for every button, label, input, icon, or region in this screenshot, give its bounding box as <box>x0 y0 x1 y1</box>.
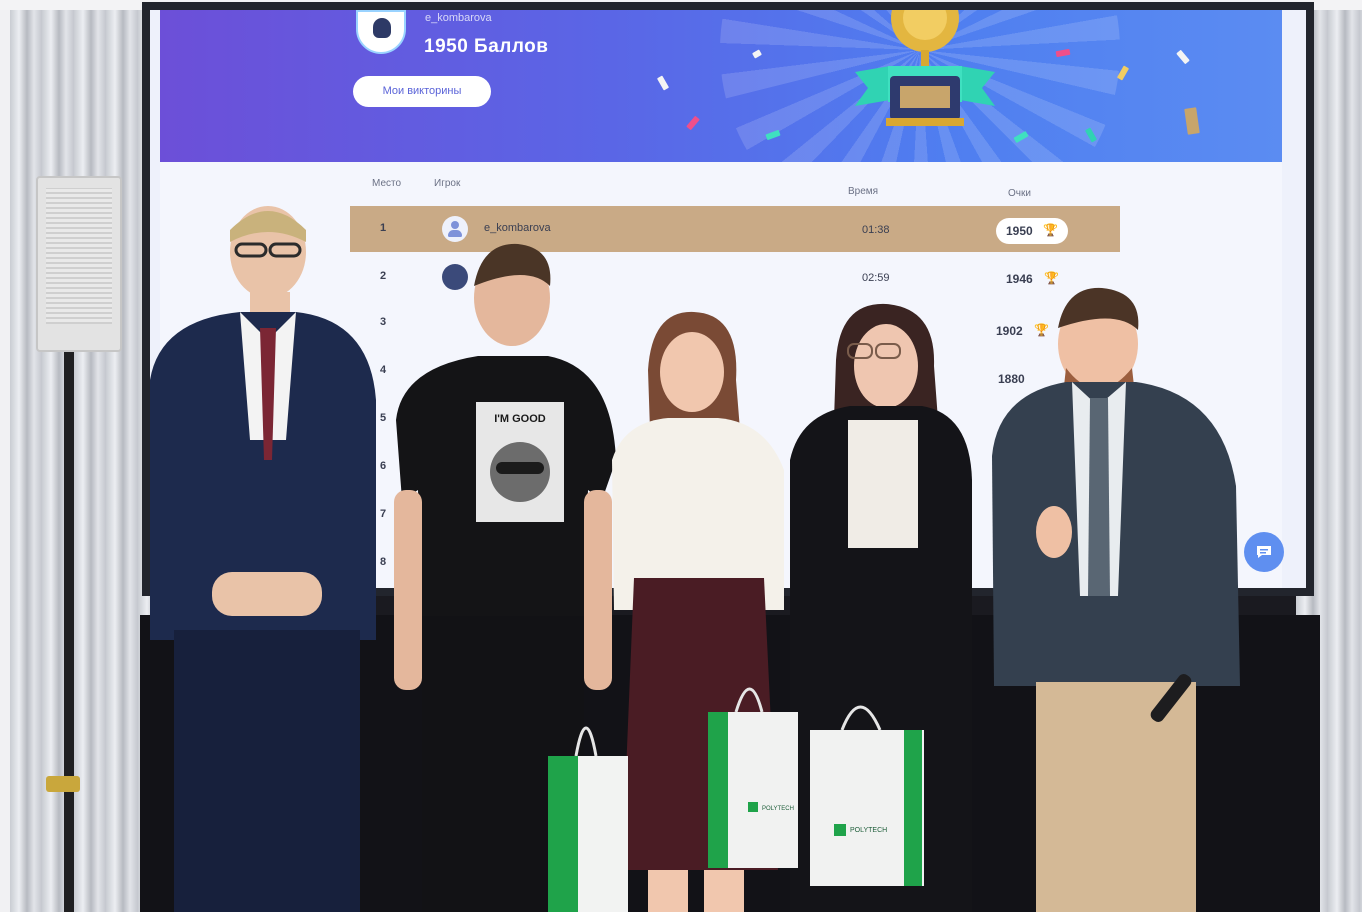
person-left-suit <box>150 206 376 912</box>
column-place: Место <box>372 178 402 189</box>
speaker-stand <box>64 352 74 912</box>
top-border <box>0 0 1362 10</box>
column-points: Очки <box>1008 188 1031 199</box>
chat-bubble-icon <box>1257 546 1271 558</box>
chat-button[interactable] <box>1244 532 1284 572</box>
row-rank: 5 <box>380 412 387 424</box>
confetti-piece <box>1176 49 1190 65</box>
speaker-cabinet <box>36 176 122 352</box>
my-quizzes-button[interactable]: Мои викторины <box>353 76 491 107</box>
results-banner: e_kombarova 1950 Баллов Мои викторины <box>160 10 1282 162</box>
column-time: Время <box>848 186 879 197</box>
gift-bag: POLYTECH <box>708 687 798 868</box>
row-rank: 6 <box>380 460 387 472</box>
person-right-blazer <box>992 287 1240 912</box>
column-player: Игрок <box>434 178 461 189</box>
cup-icon: 🏆 <box>1044 271 1059 285</box>
confetti-piece <box>686 115 700 131</box>
speaker-grille <box>46 188 112 324</box>
row-player: e_kombarova <box>484 222 551 234</box>
row-rank: 1 <box>380 222 387 234</box>
confetti-piece <box>1184 107 1200 135</box>
trophy-foot <box>886 118 964 126</box>
trophy-plaque <box>900 86 950 108</box>
player-avatar <box>442 216 468 242</box>
bag-brand: POLYTECH <box>850 827 887 834</box>
cup-icon: 🏆 <box>1043 223 1058 237</box>
row-rank: 4 <box>380 364 387 376</box>
confetti-piece <box>656 75 670 91</box>
event-photo: e_kombarova 1950 Баллов Мои викторины Ме… <box>0 0 1362 912</box>
trophy-icon <box>855 10 995 126</box>
trophy-ribbon-right <box>960 66 995 106</box>
row-rank: 3 <box>380 316 387 328</box>
tshirt-text: I'M GOOD <box>494 413 546 425</box>
gift-bag: POLYTECH <box>810 705 924 886</box>
user-avatar <box>356 10 406 54</box>
row-rank: 8 <box>380 556 387 568</box>
avatar-face <box>373 18 391 38</box>
curtain-left <box>10 10 155 912</box>
row-rank: 2 <box>380 270 387 282</box>
bag-brand: POLYTECH <box>762 806 794 812</box>
row-rank: 7 <box>380 508 387 520</box>
gift-bag <box>548 726 628 912</box>
row-time: 01:38 <box>862 224 890 236</box>
stand-clamp <box>46 776 80 792</box>
row-points: 1950 <box>1006 224 1033 238</box>
header-username: e_kombarova <box>425 12 492 24</box>
row-points: 1946 <box>1006 272 1033 286</box>
header-score: 1950 Баллов <box>424 36 549 57</box>
row-time: 02:59 <box>862 272 890 284</box>
trophy-ribbon-left <box>855 66 890 106</box>
